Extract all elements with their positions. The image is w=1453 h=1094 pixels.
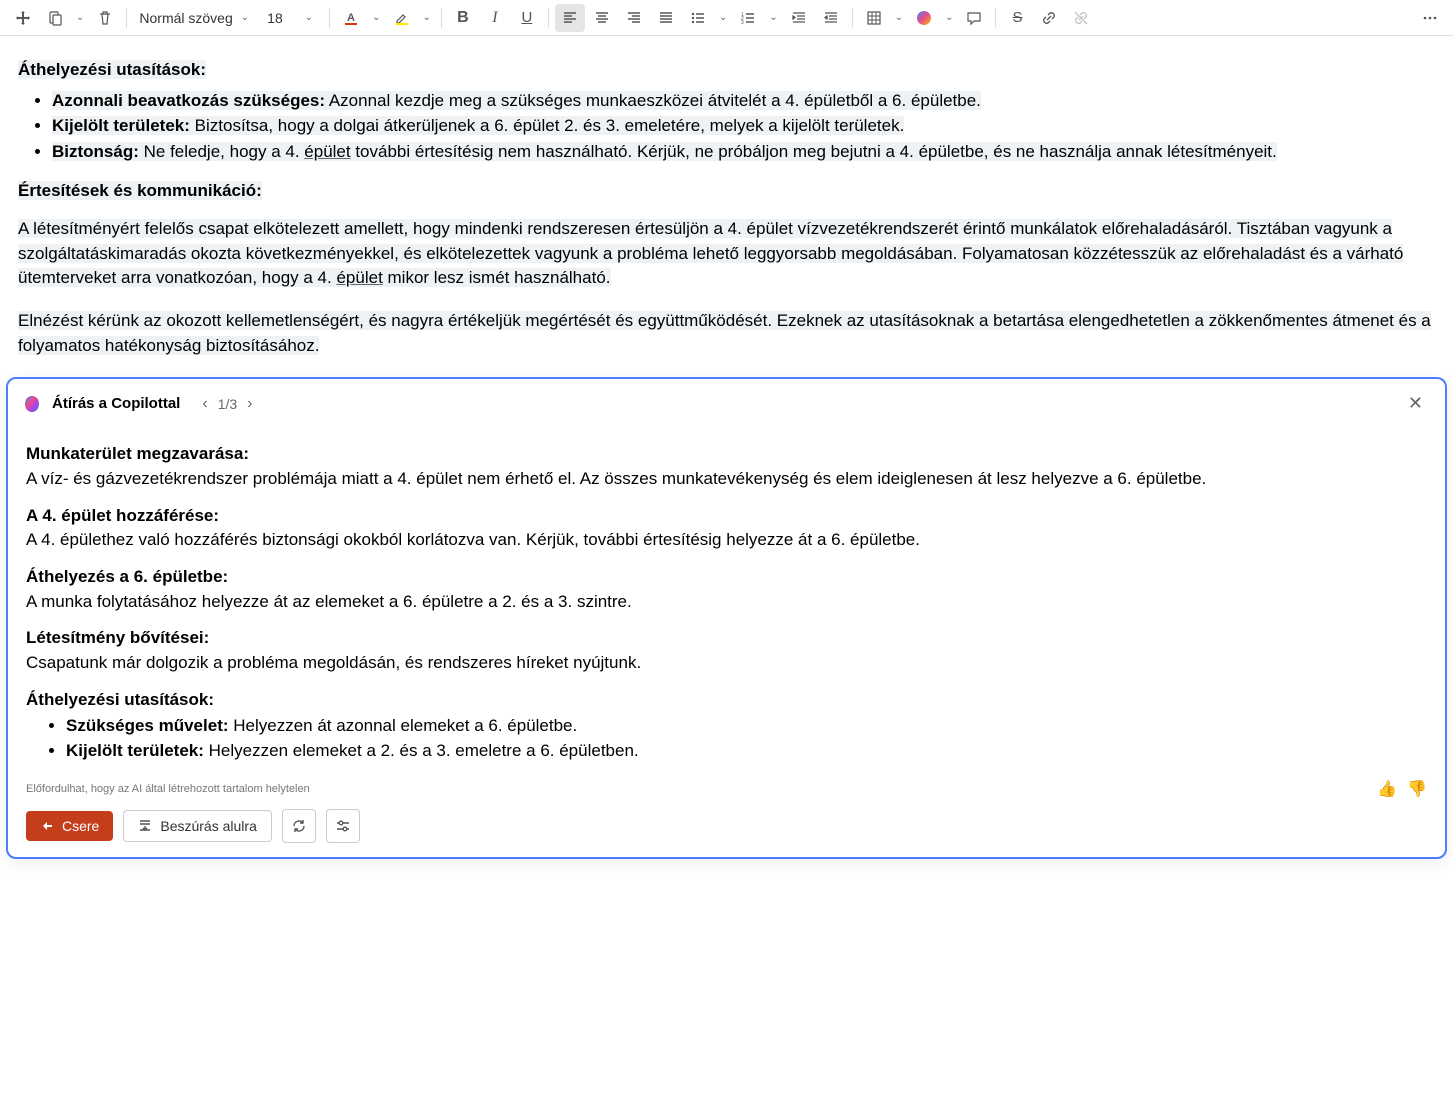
suggestion-text: Csapatunk már dolgozik a probléma megold… [26, 651, 1427, 676]
insert-below-icon [138, 819, 152, 833]
copilot-suggestion-body[interactable]: Munkaterület megzavarása: A víz- és gázv… [8, 428, 1445, 773]
doc-link[interactable]: épület [336, 268, 382, 287]
link-icon[interactable] [1034, 4, 1064, 32]
suggestion-heading: Munkaterület megzavarása: [26, 442, 1427, 467]
suggestion-heading: A 4. épület hozzáférése: [26, 504, 1427, 529]
ai-disclaimer: Előfordulhat, hogy az AI által létrehozo… [26, 783, 310, 795]
suggestion-bullet: Szükséges művelet: Helyezzen át azonnal … [66, 714, 1427, 739]
highlight-dropdown[interactable]: ⌄ [419, 12, 435, 23]
separator [329, 8, 330, 28]
doc-heading: Áthelyezési utasítások: [18, 60, 206, 79]
align-left-button[interactable] [555, 4, 585, 32]
indent-increase-button[interactable] [816, 4, 846, 32]
more-icon[interactable] [1415, 4, 1445, 32]
prev-suggestion-button[interactable]: ‹ [202, 395, 207, 413]
copilot-actions: Csere Beszúrás alulra [8, 803, 1445, 857]
doc-bullet: Azonnali beavatkozás szükséges: Azonnal … [52, 89, 1435, 114]
table-dropdown[interactable]: ⌄ [891, 12, 907, 23]
separator [852, 8, 853, 28]
numbered-dropdown[interactable]: ⌄ [765, 12, 781, 23]
replace-icon [40, 819, 54, 833]
separator [126, 8, 127, 28]
doc-bullet: Biztonság: Ne feledje, hogy a 4. épület … [52, 140, 1435, 165]
separator [441, 8, 442, 28]
unlink-icon[interactable] [1066, 4, 1096, 32]
doc-paragraph: Elnézést kérünk az okozott kellemetlensé… [18, 309, 1435, 358]
copilot-logo-icon [22, 394, 42, 414]
doc-bullet: Kijelölt területek: Biztosítsa, hogy a d… [52, 114, 1435, 139]
insert-below-button[interactable]: Beszúrás alulra [123, 810, 272, 842]
suggestion-counter: 1/3 [218, 396, 237, 412]
ribbon-toolbar: ⌄ Normál szöveg⌄ 18⌄ A ⌄ ⌄ B I U ⌄ 123 ⌄… [0, 0, 1453, 36]
svg-text:3: 3 [741, 20, 744, 26]
suggestion-heading: Áthelyezési utasítások: [26, 688, 1427, 713]
copilot-icon[interactable] [909, 4, 939, 32]
suggestion-heading: Létesítmény bővítései: [26, 626, 1427, 651]
svg-text:A: A [347, 12, 355, 24]
font-color-icon[interactable]: A [336, 4, 366, 32]
strikethrough-button[interactable]: S [1002, 4, 1032, 32]
trash-icon[interactable] [90, 4, 120, 32]
adjust-button[interactable] [326, 809, 360, 843]
move-icon[interactable] [8, 4, 38, 32]
style-selector[interactable]: Normál szöveg⌄ [133, 4, 259, 32]
font-size-value: 18 [267, 10, 283, 26]
align-justify-button[interactable] [651, 4, 681, 32]
suggestion-text: A 4. épülethez való hozzáférés biztonság… [26, 528, 1427, 553]
bullet-dropdown[interactable]: ⌄ [715, 12, 731, 23]
font-color-dropdown[interactable]: ⌄ [368, 12, 384, 23]
separator [548, 8, 549, 28]
comment-icon[interactable] [959, 4, 989, 32]
copilot-title: Átírás a Copilottal [52, 395, 180, 412]
bullet-list-button[interactable] [683, 4, 713, 32]
thumbs-up-button[interactable]: 👍 [1377, 779, 1397, 799]
highlight-icon[interactable] [387, 4, 417, 32]
thumbs-down-button[interactable]: 👎 [1407, 779, 1427, 799]
copilot-dropdown[interactable]: ⌄ [941, 12, 957, 23]
table-icon[interactable] [859, 4, 889, 32]
font-size-selector[interactable]: 18⌄ [261, 4, 323, 32]
document-body[interactable]: Áthelyezési utasítások: Azonnali beavatk… [0, 36, 1453, 371]
doc-link[interactable]: épület [304, 142, 350, 161]
numbered-list-button[interactable]: 123 [733, 4, 763, 32]
bold-button[interactable]: B [448, 4, 478, 32]
suggestion-text: A munka folytatásához helyezze át az ele… [26, 590, 1427, 615]
copilot-header: Átírás a Copilottal ‹ 1/3 › ✕ [8, 379, 1445, 428]
indent-decrease-button[interactable] [784, 4, 814, 32]
separator [995, 8, 996, 28]
suggestion-heading: Áthelyezés a 6. épületbe: [26, 565, 1427, 590]
suggestion-text: A víz- és gázvezetékrendszer problémája … [26, 467, 1427, 492]
next-suggestion-button[interactable]: › [247, 395, 252, 413]
paste-icon[interactable] [40, 4, 70, 32]
suggestion-bullet: Kijelölt területek: Helyezzen elemeket a… [66, 739, 1427, 764]
regenerate-button[interactable] [282, 809, 316, 843]
replace-button[interactable]: Csere [26, 811, 113, 841]
italic-button[interactable]: I [480, 4, 510, 32]
align-right-button[interactable] [619, 4, 649, 32]
style-label: Normál szöveg [139, 10, 232, 26]
doc-heading: Értesítések és kommunikáció: [18, 181, 262, 200]
underline-button[interactable]: U [512, 4, 542, 32]
copilot-rewrite-pane: Átírás a Copilottal ‹ 1/3 › ✕ Munkaterül… [6, 377, 1447, 859]
align-center-button[interactable] [587, 4, 617, 32]
doc-paragraph: A létesítményért felelős csapat elkötele… [18, 217, 1435, 291]
close-button[interactable]: ✕ [1400, 389, 1431, 418]
paste-dropdown[interactable]: ⌄ [72, 12, 88, 23]
adjust-icon [335, 818, 351, 834]
regenerate-icon [291, 818, 307, 834]
